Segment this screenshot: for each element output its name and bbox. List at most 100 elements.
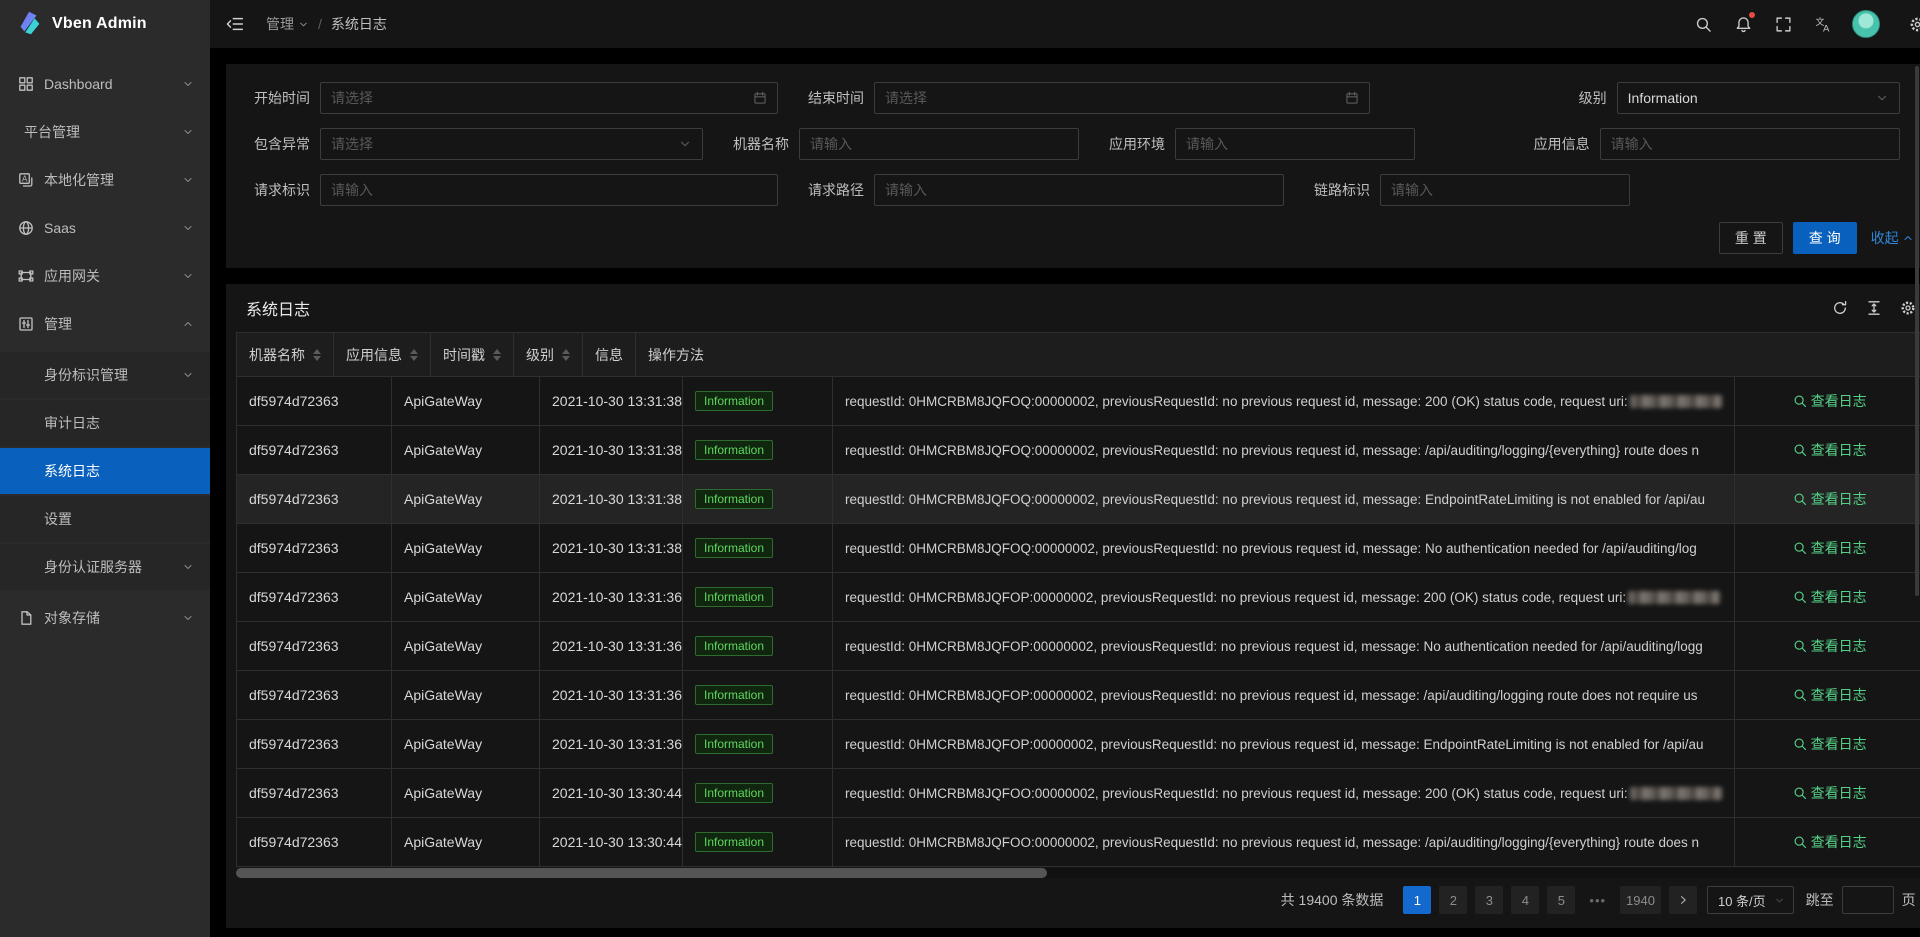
end-time-input[interactable] bbox=[874, 82, 1370, 114]
view-log-link[interactable]: 查看日志 bbox=[1793, 391, 1867, 411]
has-exception-select[interactable]: 请选择 bbox=[320, 128, 703, 160]
user-avatar[interactable] bbox=[1852, 10, 1880, 38]
jump-page-input[interactable] bbox=[1842, 886, 1894, 914]
sidebar-item-label: 应用网关 bbox=[44, 266, 182, 286]
table-header-cell[interactable]: 级别 bbox=[514, 333, 583, 376]
page-button[interactable]: 1 bbox=[1403, 886, 1431, 914]
page-button[interactable]: 1940 bbox=[1620, 886, 1661, 914]
page-button[interactable]: ••• bbox=[1583, 886, 1612, 914]
next-page-button[interactable] bbox=[1669, 886, 1697, 914]
settings-gear-icon[interactable] bbox=[1898, 0, 1920, 48]
sort-carets-icon bbox=[493, 349, 501, 361]
has-exception-label: 包含异常 bbox=[254, 134, 310, 154]
breadcrumb: 管理 / 系统日志 bbox=[266, 14, 387, 34]
machine-name-cell: df5974d72363 bbox=[237, 818, 392, 866]
page-size-select[interactable]: 10 条/页 bbox=[1707, 886, 1794, 914]
view-log-link[interactable]: 查看日志 bbox=[1793, 832, 1867, 852]
sidebar-item[interactable]: 平台管理 bbox=[0, 112, 210, 152]
magnifier-icon bbox=[1793, 443, 1811, 457]
magnifier-icon bbox=[1793, 541, 1811, 555]
sidebar-item[interactable]: Dashboard bbox=[0, 64, 210, 104]
view-log-link[interactable]: 查看日志 bbox=[1793, 440, 1867, 460]
view-log-link[interactable]: 查看日志 bbox=[1793, 734, 1867, 754]
view-log-link[interactable]: 查看日志 bbox=[1793, 489, 1867, 509]
refresh-icon[interactable] bbox=[1832, 300, 1848, 316]
table-header-cell[interactable]: 时间戳 bbox=[431, 333, 514, 376]
sidebar-item[interactable]: 管理 bbox=[0, 304, 210, 344]
collapse-link[interactable]: 收起 bbox=[1871, 228, 1914, 248]
table-header-cell[interactable]: 操作方法 bbox=[636, 333, 716, 376]
table-row: df5974d72363 ApiGateWay 2021-10-30 13:31… bbox=[237, 622, 1920, 671]
table-header-cell[interactable]: 应用信息 bbox=[334, 333, 431, 376]
log-message: requestId: 0HMCRBM8JQFOQ:00000002, previ… bbox=[845, 443, 1699, 458]
magnifier-icon bbox=[1793, 688, 1811, 702]
view-log-link[interactable]: 查看日志 bbox=[1793, 783, 1867, 803]
table-header-row: 机器名称 应用信息 bbox=[237, 333, 1920, 377]
timestamp-cell: 2021-10-30 13:31:36 bbox=[540, 720, 683, 768]
horizontal-scrollbar bbox=[236, 868, 1920, 878]
sidebar-item-label: 管理 bbox=[44, 314, 182, 334]
request-id-input[interactable] bbox=[320, 174, 778, 206]
level-label: 级别 bbox=[1579, 88, 1607, 108]
fullscreen-icon[interactable] bbox=[1764, 0, 1804, 48]
sidebar-item[interactable]: 身份标识管理 bbox=[0, 352, 210, 398]
page-button[interactable]: 3 bbox=[1475, 886, 1503, 914]
jump-prefix: 跳至 bbox=[1806, 890, 1834, 910]
table-row: df5974d72363 ApiGateWay 2021-10-30 13:30… bbox=[237, 818, 1920, 867]
vertical-scrollbar-thumb[interactable] bbox=[1915, 66, 1919, 596]
sidebar-item[interactable]: 对象存储 bbox=[0, 598, 210, 638]
view-log-link[interactable]: 查看日志 bbox=[1793, 587, 1867, 607]
sidebar-item[interactable]: 系统日志 bbox=[0, 448, 210, 494]
table-row: df5974d72363 ApiGateWay 2021-10-30 13:31… bbox=[237, 720, 1920, 769]
query-button[interactable]: 查 询 bbox=[1793, 222, 1857, 254]
table-header-cell[interactable]: 信息 bbox=[583, 333, 636, 376]
column-settings-gear-icon[interactable] bbox=[1900, 300, 1916, 316]
breadcrumb-parent[interactable]: 管理 bbox=[266, 14, 309, 34]
table-header-cell[interactable]: 机器名称 bbox=[237, 333, 334, 376]
timestamp-cell: 2021-10-30 13:31:36 bbox=[540, 573, 683, 621]
trace-id-input[interactable] bbox=[1380, 174, 1630, 206]
sort-carets-icon bbox=[313, 349, 321, 361]
sidebar-item[interactable]: 审计日志 bbox=[0, 400, 210, 446]
view-log-link[interactable]: 查看日志 bbox=[1793, 685, 1867, 705]
page-button[interactable]: 5 bbox=[1547, 886, 1575, 914]
filter-form: 开始时间 结束时间 级别 bbox=[226, 64, 1920, 268]
table-row: df5974d72363 ApiGateWay 2021-10-30 13:30… bbox=[237, 769, 1920, 818]
reset-button[interactable]: 重 置 bbox=[1719, 222, 1783, 254]
view-log-link[interactable]: 查看日志 bbox=[1793, 636, 1867, 656]
view-log-link[interactable]: 查看日志 bbox=[1793, 538, 1867, 558]
level-badge: Information bbox=[695, 489, 773, 509]
horizontal-scrollbar-thumb[interactable] bbox=[236, 868, 1047, 878]
app-env-input[interactable] bbox=[1175, 128, 1415, 160]
app-info-input[interactable] bbox=[1600, 128, 1900, 160]
gateway-icon bbox=[18, 268, 34, 284]
menu-fold-icon[interactable] bbox=[226, 13, 248, 35]
log-message: requestId: 0HMCRBM8JQFOQ:00000002, previ… bbox=[845, 394, 1628, 409]
sidebar-item[interactable]: Saas bbox=[0, 208, 210, 248]
notification-bell-icon[interactable] bbox=[1724, 0, 1764, 48]
row-height-icon[interactable] bbox=[1866, 300, 1882, 316]
admin-settings-icon bbox=[18, 316, 34, 332]
level-select[interactable]: Information bbox=[1617, 82, 1900, 114]
redacted-block bbox=[1630, 395, 1722, 408]
machine-name-input[interactable] bbox=[799, 128, 1079, 160]
magnifier-icon bbox=[1793, 835, 1811, 849]
sidebar-item[interactable]: 设置 bbox=[0, 496, 210, 542]
translate-icon[interactable]: 文A bbox=[1804, 0, 1844, 48]
page-button[interactable]: 4 bbox=[1511, 886, 1539, 914]
log-message: requestId: 0HMCRBM8JQFOP:00000002, previ… bbox=[845, 639, 1703, 654]
sidebar-item[interactable]: 应用网关 bbox=[0, 256, 210, 296]
start-time-input[interactable] bbox=[320, 82, 778, 114]
table-row: df5974d72363 ApiGateWay 2021-10-30 13:31… bbox=[237, 671, 1920, 720]
sidebar-item[interactable]: A 本地化管理 bbox=[0, 160, 210, 200]
redacted-block bbox=[1628, 591, 1720, 604]
logo[interactable]: Vben Admin bbox=[0, 0, 210, 48]
end-time-field: 结束时间 bbox=[808, 82, 1370, 114]
request-path-input[interactable] bbox=[874, 174, 1284, 206]
page-button[interactable]: 2 bbox=[1439, 886, 1467, 914]
magnifier-icon bbox=[1793, 639, 1811, 653]
sidebar-item[interactable]: 身份认证服务器 bbox=[0, 544, 210, 590]
sidebar-item-label: Saas bbox=[44, 220, 182, 236]
app-info-cell: ApiGateWay bbox=[392, 524, 540, 572]
search-icon[interactable] bbox=[1684, 0, 1724, 48]
